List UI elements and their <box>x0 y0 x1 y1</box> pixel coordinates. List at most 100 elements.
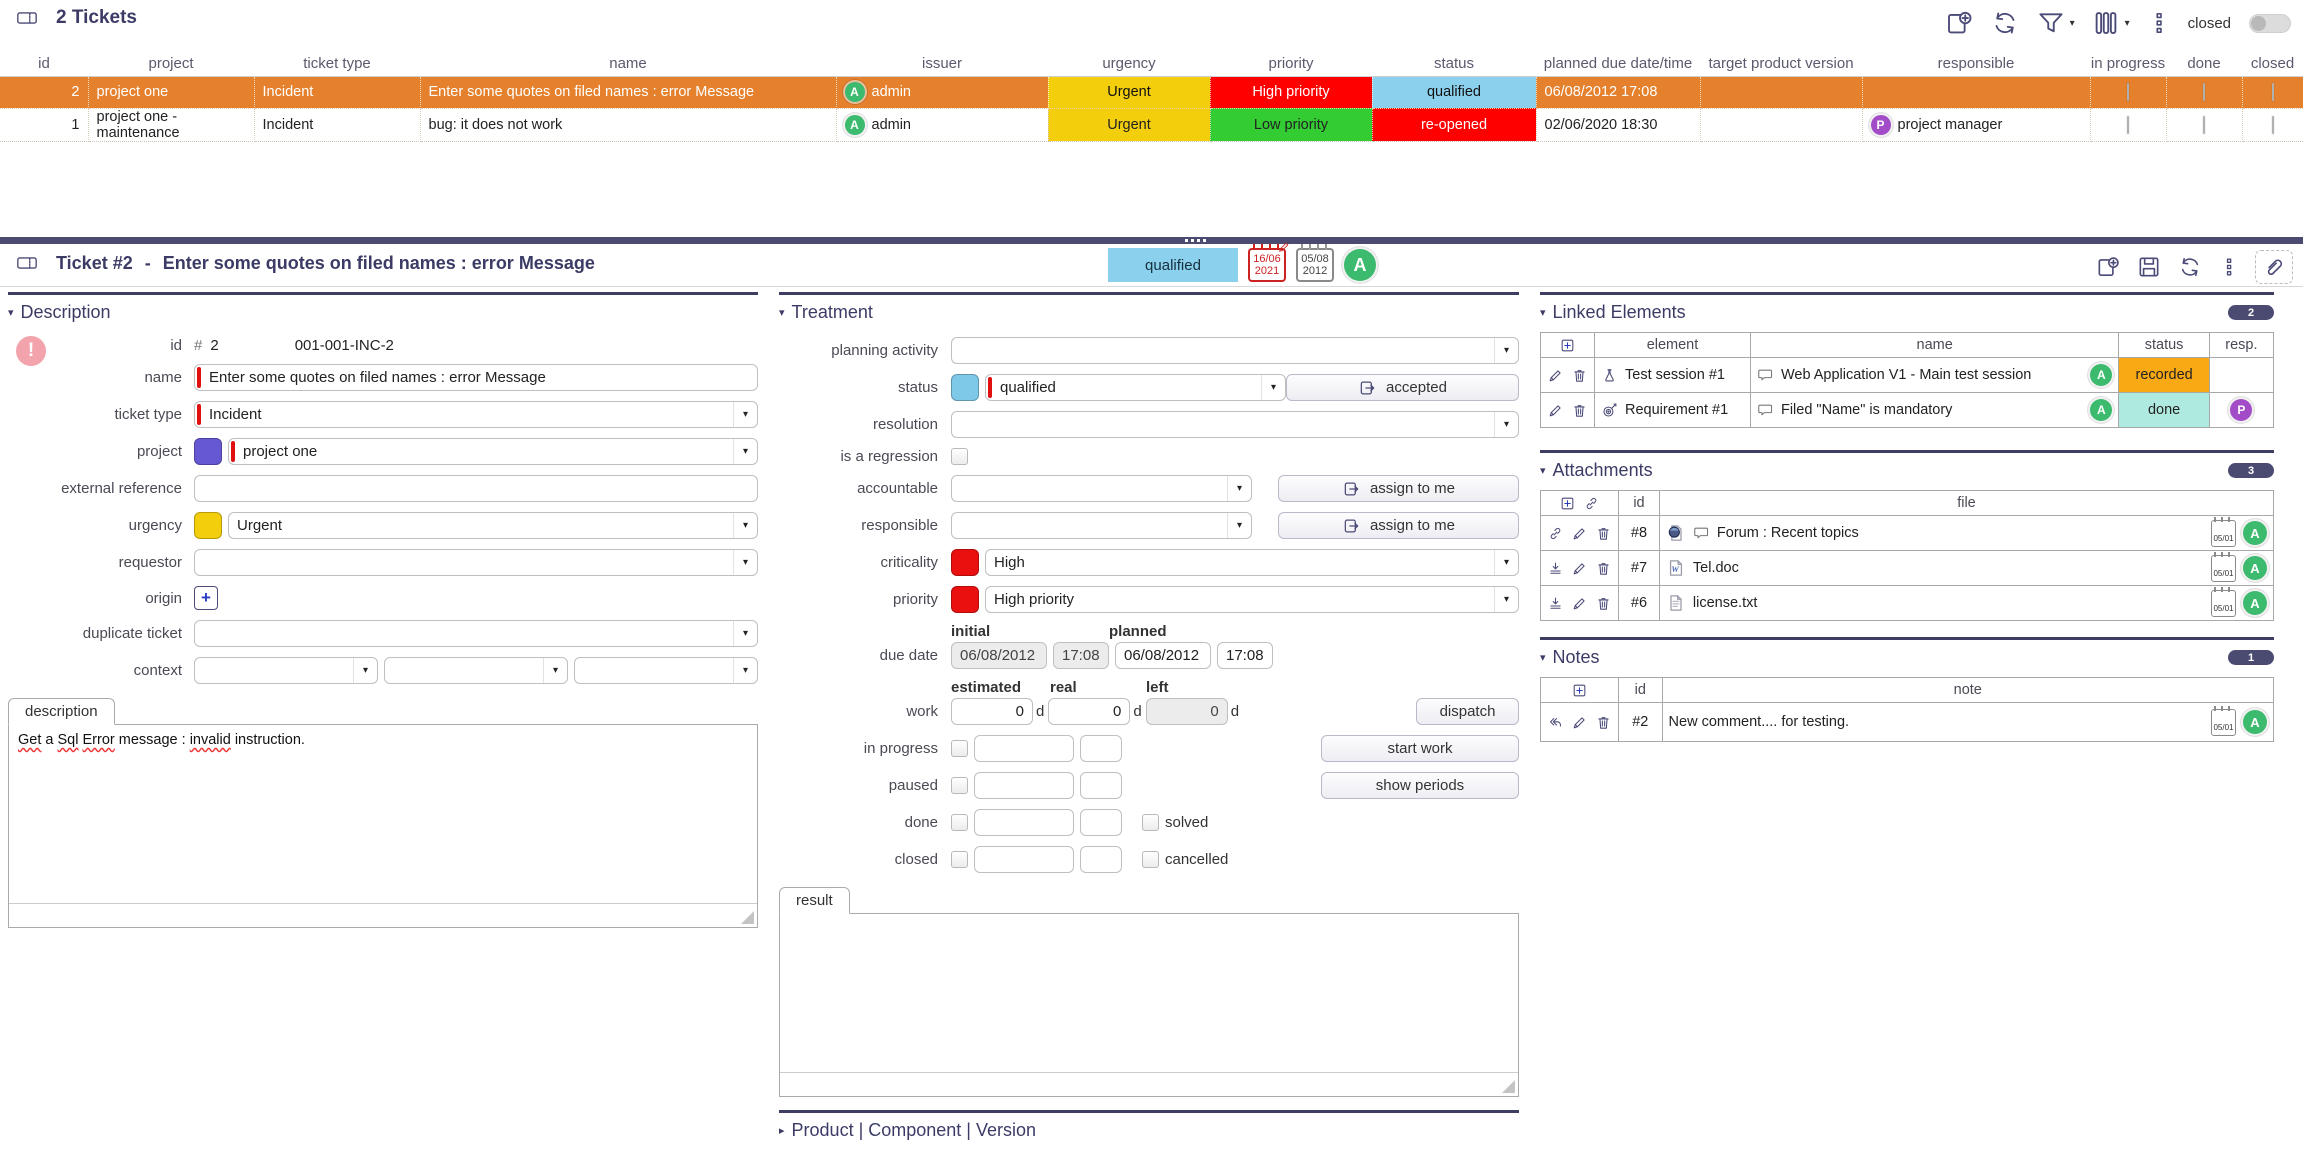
closed-checkbox[interactable] <box>951 851 968 868</box>
closed-checkbox[interactable] <box>2272 116 2274 134</box>
in-progress-date-input[interactable] <box>974 735 1074 762</box>
col-priority[interactable]: priority <box>1210 48 1372 76</box>
note-row[interactable]: #2 New comment.... for testing.05/01A <box>1541 703 2274 742</box>
col-responsible[interactable]: responsible <box>1862 48 2090 76</box>
ticket-row[interactable]: 1 project one - maintenance Incident bug… <box>0 108 2303 141</box>
start-work-button[interactable]: start work <box>1321 735 1519 762</box>
download-icon[interactable] <box>1547 560 1564 577</box>
col-id[interactable]: id <box>0 48 88 76</box>
in-progress-checkbox[interactable] <box>951 740 968 757</box>
urgency-select[interactable]: Urgent▾ <box>228 512 758 539</box>
col-name[interactable]: name <box>420 48 836 76</box>
note-text[interactable]: New comment.... for testing. <box>1669 714 1850 730</box>
collapse-icon[interactable]: ▾ <box>1540 306 1546 319</box>
refresh-icon[interactable] <box>1990 8 2020 38</box>
context-select-2[interactable]: ▾ <box>384 657 568 684</box>
reply-icon[interactable] <box>1547 714 1564 731</box>
in-progress-checkbox[interactable] <box>2127 116 2129 134</box>
file-name[interactable]: license.txt <box>1693 595 1757 611</box>
delete-icon[interactable] <box>1595 714 1612 731</box>
expand-icon[interactable]: ▸ <box>779 1124 785 1137</box>
criticality-select[interactable]: High▾ <box>985 549 1519 576</box>
context-select-1[interactable]: ▾ <box>194 657 378 684</box>
assign-accountable-button[interactable]: assign to me <box>1278 475 1519 502</box>
ticket-type-select[interactable]: Incident▾ <box>194 401 758 428</box>
collapse-icon[interactable]: ▾ <box>779 306 785 319</box>
resize-handle[interactable] <box>741 911 754 924</box>
drag-handle-dots[interactable] <box>1185 239 1206 242</box>
accountable-select[interactable]: ▾ <box>951 475 1252 502</box>
edit-icon[interactable] <box>1571 714 1588 731</box>
collapse-icon[interactable]: ▾ <box>1540 651 1546 664</box>
filter-icon[interactable]: ▾ <box>2036 8 2075 38</box>
description-tab[interactable]: description <box>8 698 115 725</box>
attachment-row[interactable]: #7 Tel.doc05/01A <box>1541 551 2274 586</box>
closed-date-input[interactable] <box>974 846 1074 873</box>
columns-icon[interactable]: ▾ <box>2091 8 2130 38</box>
due-planned-time-input[interactable]: 17:08 <box>1217 642 1273 669</box>
col-issuer[interactable]: issuer <box>836 48 1048 76</box>
resolution-select[interactable]: ▾ <box>951 411 1519 438</box>
show-periods-button[interactable]: show periods <box>1321 772 1519 799</box>
col-in-progress[interactable]: in progress <box>2090 48 2166 76</box>
delete-icon[interactable] <box>1595 595 1612 612</box>
description-text[interactable]: Get a Sql Error message : invalid instru… <box>9 725 757 903</box>
requestor-select[interactable]: ▾ <box>194 549 758 576</box>
context-select-3[interactable]: ▾ <box>574 657 758 684</box>
col-done[interactable]: done <box>2166 48 2242 76</box>
done-date-input[interactable] <box>974 809 1074 836</box>
delete-icon[interactable] <box>1571 402 1588 419</box>
collapse-icon[interactable]: ▾ <box>1540 464 1546 477</box>
col-target-version[interactable]: target product version <box>1700 48 1862 76</box>
edit-icon[interactable] <box>1547 402 1564 419</box>
issuer-avatar[interactable]: A <box>1344 249 1376 281</box>
linked-row[interactable]: Requirement #1 Filed "Name" is mandatory… <box>1541 393 2274 428</box>
edit-icon[interactable] <box>1571 595 1588 612</box>
due-initial-date-input[interactable]: 06/08/2012 <box>951 642 1047 669</box>
paused-time-input[interactable] <box>1080 772 1122 799</box>
description-editor[interactable]: Get a Sql Error message : invalid instru… <box>8 724 758 928</box>
due-date-calendar-icon[interactable]: 16/06 2021 <box>1248 248 1286 282</box>
cancelled-checkbox[interactable] <box>1142 851 1159 868</box>
external-reference-input[interactable] <box>194 475 758 502</box>
linked-name[interactable]: Filed "Name" is mandatory <box>1781 402 1952 418</box>
element-label[interactable]: Requirement #1 <box>1625 402 1728 418</box>
col-planned-due[interactable]: planned due date/time <box>1536 48 1700 76</box>
delete-icon[interactable] <box>1595 525 1612 542</box>
closed-time-input[interactable] <box>1080 846 1122 873</box>
add-origin-button[interactable]: + <box>194 586 218 610</box>
done-checkbox[interactable] <box>2203 83 2205 101</box>
dispatch-button[interactable]: dispatch <box>1416 698 1519 725</box>
save-icon[interactable] <box>2136 254 2162 280</box>
ticket-row-selected[interactable]: 2 project one Incident Enter some quotes… <box>0 76 2303 108</box>
responsible-select[interactable]: ▾ <box>951 512 1252 539</box>
file-name[interactable]: Forum : Recent topics <box>1717 525 1859 541</box>
section-title[interactable]: Product | Component | Version <box>792 1120 1037 1141</box>
col-ticket-type[interactable]: ticket type <box>254 48 420 76</box>
resize-handle[interactable] <box>1502 1080 1515 1093</box>
linked-row[interactable]: Test session #1 Web Application V1 - Mai… <box>1541 358 2274 393</box>
add-attachment-icon[interactable] <box>1559 495 1576 512</box>
attachment-row[interactable]: #8 Forum : Recent topics05/01A <box>1541 516 2274 551</box>
attachment-row[interactable]: #6 license.txt05/01A <box>1541 586 2274 621</box>
detail-divider-bar[interactable] <box>0 237 2303 244</box>
more-menu-icon[interactable] <box>2146 10 2172 36</box>
done-checkbox[interactable] <box>951 814 968 831</box>
col-urgency[interactable]: urgency <box>1048 48 1210 76</box>
done-time-input[interactable] <box>1080 809 1122 836</box>
result-editor[interactable] <box>779 913 1519 1097</box>
linked-name[interactable]: Web Application V1 - Main test session <box>1781 367 2031 383</box>
in-progress-checkbox[interactable] <box>2127 83 2129 101</box>
add-note-icon[interactable] <box>1571 682 1588 699</box>
paused-date-input[interactable] <box>974 772 1074 799</box>
duplicate-ticket-select[interactable]: ▾ <box>194 620 758 647</box>
link-attachment-icon[interactable] <box>1583 495 1600 512</box>
add-linked-icon[interactable] <box>1559 337 1576 354</box>
name-input[interactable]: Enter some quotes on filed names : error… <box>194 364 758 391</box>
file-name[interactable]: Tel.doc <box>1693 560 1739 576</box>
assign-responsible-button[interactable]: assign to me <box>1278 512 1519 539</box>
link-icon[interactable] <box>1547 525 1564 542</box>
closed-checkbox[interactable] <box>2272 83 2274 101</box>
more-menu-icon[interactable] <box>2218 256 2240 278</box>
status-select[interactable]: qualified▾ <box>985 374 1286 401</box>
